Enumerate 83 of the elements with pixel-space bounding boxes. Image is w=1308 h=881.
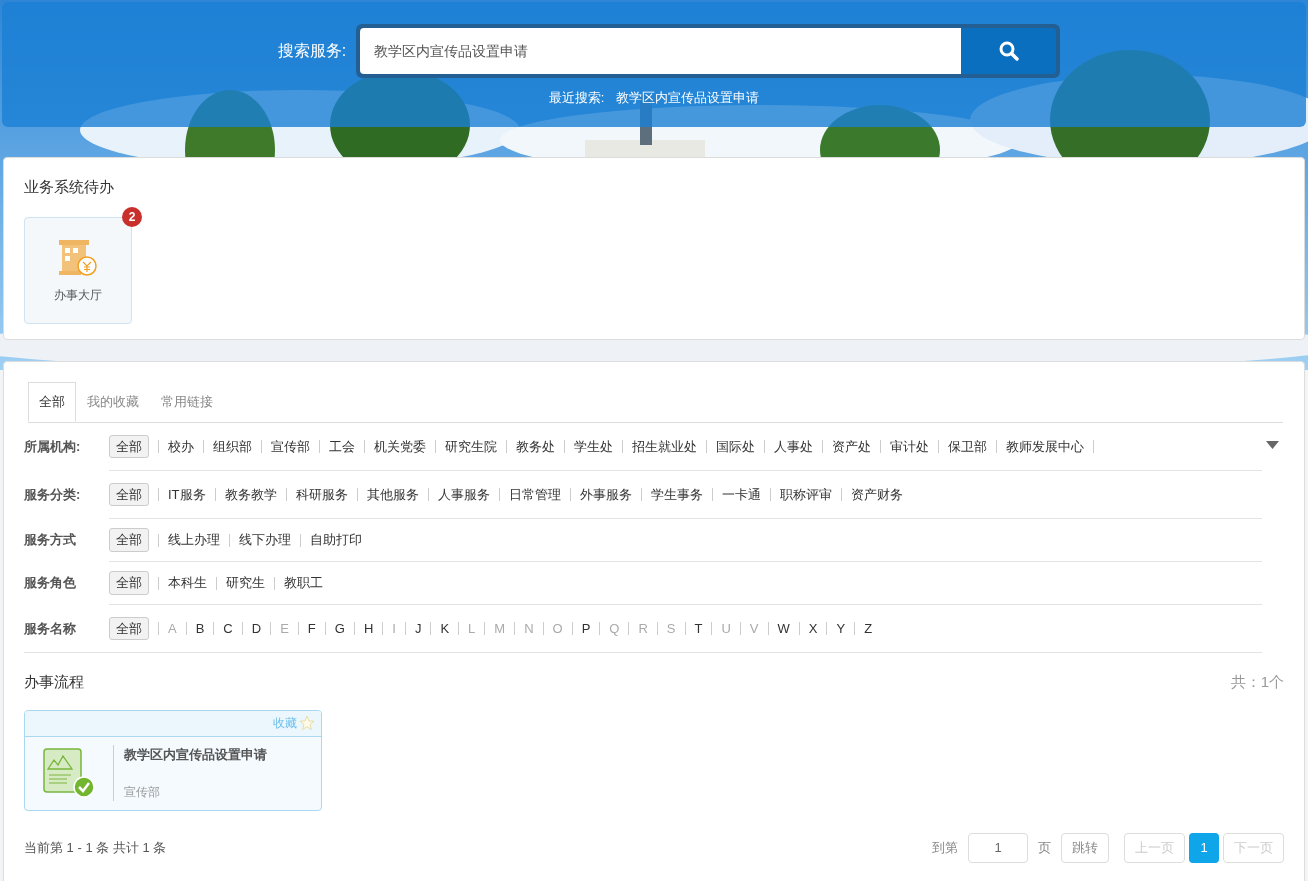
- filter-label: 所属机构:: [24, 437, 82, 456]
- filter-option[interactable]: 人事处: [774, 436, 813, 457]
- filter-option[interactable]: 资产处: [832, 436, 871, 457]
- filter-option[interactable]: 人事服务: [437, 484, 490, 505]
- search-icon: [998, 41, 1019, 61]
- tab[interactable]: 我的收藏: [76, 382, 150, 422]
- filter-option[interactable]: 保卫部: [948, 436, 987, 457]
- star-icon[interactable]: [299, 715, 315, 731]
- filter-option[interactable]: D: [251, 618, 262, 639]
- document-check-icon: [43, 747, 95, 799]
- search-field[interactable]: 教学区内宣传品设置申请: [356, 24, 1061, 78]
- filter-option[interactable]: Y: [836, 618, 846, 639]
- filter-option[interactable]: 全部: [109, 434, 149, 459]
- filter-option[interactable]: J: [414, 618, 422, 639]
- search-label: 搜索服务:: [277, 41, 347, 61]
- page-number-input[interactable]: 1: [968, 832, 1028, 863]
- filter-option[interactable]: 国际处: [716, 436, 755, 457]
- filter-option[interactable]: 资产财务: [850, 484, 903, 505]
- process-card[interactable]: 收藏 教学区内宣传品设置申请 宣传部: [24, 709, 322, 811]
- filter-option[interactable]: 一卡通: [721, 484, 761, 505]
- filter-option[interactable]: 学生事务: [650, 484, 703, 505]
- filter-option[interactable]: 职称评审: [779, 484, 832, 505]
- section-title: 办事流程: [24, 672, 84, 692]
- expand-button[interactable]: [1265, 440, 1279, 450]
- filter-option[interactable]: 教务教学: [224, 484, 277, 505]
- filter-option[interactable]: C: [223, 618, 233, 639]
- filter-option[interactable]: X: [808, 618, 818, 639]
- filter-option[interactable]: 机关党委: [374, 436, 426, 457]
- filter-option[interactable]: W: [777, 618, 790, 639]
- building-coin-icon: [57, 237, 99, 278]
- filter-option[interactable]: 全部: [109, 482, 149, 507]
- recent-search-link[interactable]: 教学区内宣传品设置申请: [616, 88, 760, 108]
- filter-option[interactable]: G: [334, 618, 345, 639]
- jump-button[interactable]: 跳转: [1061, 832, 1109, 863]
- filter-option[interactable]: 组织部: [213, 436, 252, 457]
- filter-option[interactable]: 审计处: [890, 436, 929, 457]
- filter-option[interactable]: 全部: [109, 528, 149, 552]
- filter-option[interactable]: 校办: [168, 436, 194, 457]
- filter-option[interactable]: 招生就业处: [632, 436, 697, 457]
- filter-option[interactable]: 线上办理: [168, 530, 220, 550]
- recent-search-label: 最近搜索:: [548, 89, 605, 107]
- filter-option[interactable]: 日常管理: [508, 484, 561, 505]
- filter-option[interactable]: 工会: [329, 436, 355, 457]
- goto-label: 到第: [932, 838, 958, 857]
- filter-option[interactable]: 自助打印: [310, 530, 362, 550]
- filter-option[interactable]: F: [307, 618, 316, 639]
- result-count: 共：1个: [1230, 672, 1284, 692]
- filter-option[interactable]: 科研服务: [295, 484, 348, 505]
- filter-option[interactable]: 其他服务: [366, 484, 419, 505]
- tab[interactable]: 全部: [28, 382, 76, 422]
- caret-icon: [1265, 441, 1279, 449]
- filter-option[interactable]: B: [195, 618, 205, 639]
- filter-option[interactable]: 线下办理: [239, 530, 291, 550]
- filter-option[interactable]: 研究生院: [445, 436, 497, 457]
- count-badge: 2: [122, 206, 142, 227]
- search-button[interactable]: [961, 28, 1057, 74]
- filter-option[interactable]: 宣传部: [271, 436, 310, 457]
- tile-label: 办事大厅: [54, 286, 102, 304]
- filter-option[interactable]: 全部: [109, 571, 149, 595]
- result-summary: 当前第 1 - 1 条 共计 1 条: [24, 838, 167, 857]
- process-title[interactable]: 教学区内宣传品设置申请: [124, 745, 267, 765]
- filter-option[interactable]: 外事服务: [579, 484, 632, 505]
- filter-option[interactable]: P: [581, 618, 591, 639]
- department-label: 宣传部: [124, 784, 161, 801]
- filter-option[interactable]: 学生处: [574, 436, 613, 457]
- filter-option[interactable]: K: [440, 618, 450, 639]
- filter-label: 服务名称: [24, 619, 77, 638]
- filter-option[interactable]: Z: [864, 618, 873, 639]
- filter-option[interactable]: 全部: [109, 616, 149, 641]
- panel-title: 业务系统待办: [24, 177, 115, 197]
- filter-label: 服务分类:: [24, 485, 82, 504]
- filter-option[interactable]: T: [694, 618, 703, 639]
- filter-option[interactable]: IT服务: [168, 484, 206, 505]
- filter-label: 服务角色: [24, 574, 77, 593]
- tab[interactable]: 常用链接: [150, 382, 224, 422]
- filter-option[interactable]: 教师发展中心: [1006, 436, 1084, 457]
- filter-label: 服务方式: [24, 531, 77, 550]
- filter-option[interactable]: 研究生: [226, 573, 265, 593]
- page-unit-label: 页: [1038, 838, 1051, 857]
- filter-option[interactable]: H: [363, 618, 374, 639]
- filter-option[interactable]: 教务处: [516, 436, 555, 457]
- filter-option[interactable]: 教职工: [284, 573, 323, 593]
- filter-option[interactable]: 本科生: [168, 573, 207, 593]
